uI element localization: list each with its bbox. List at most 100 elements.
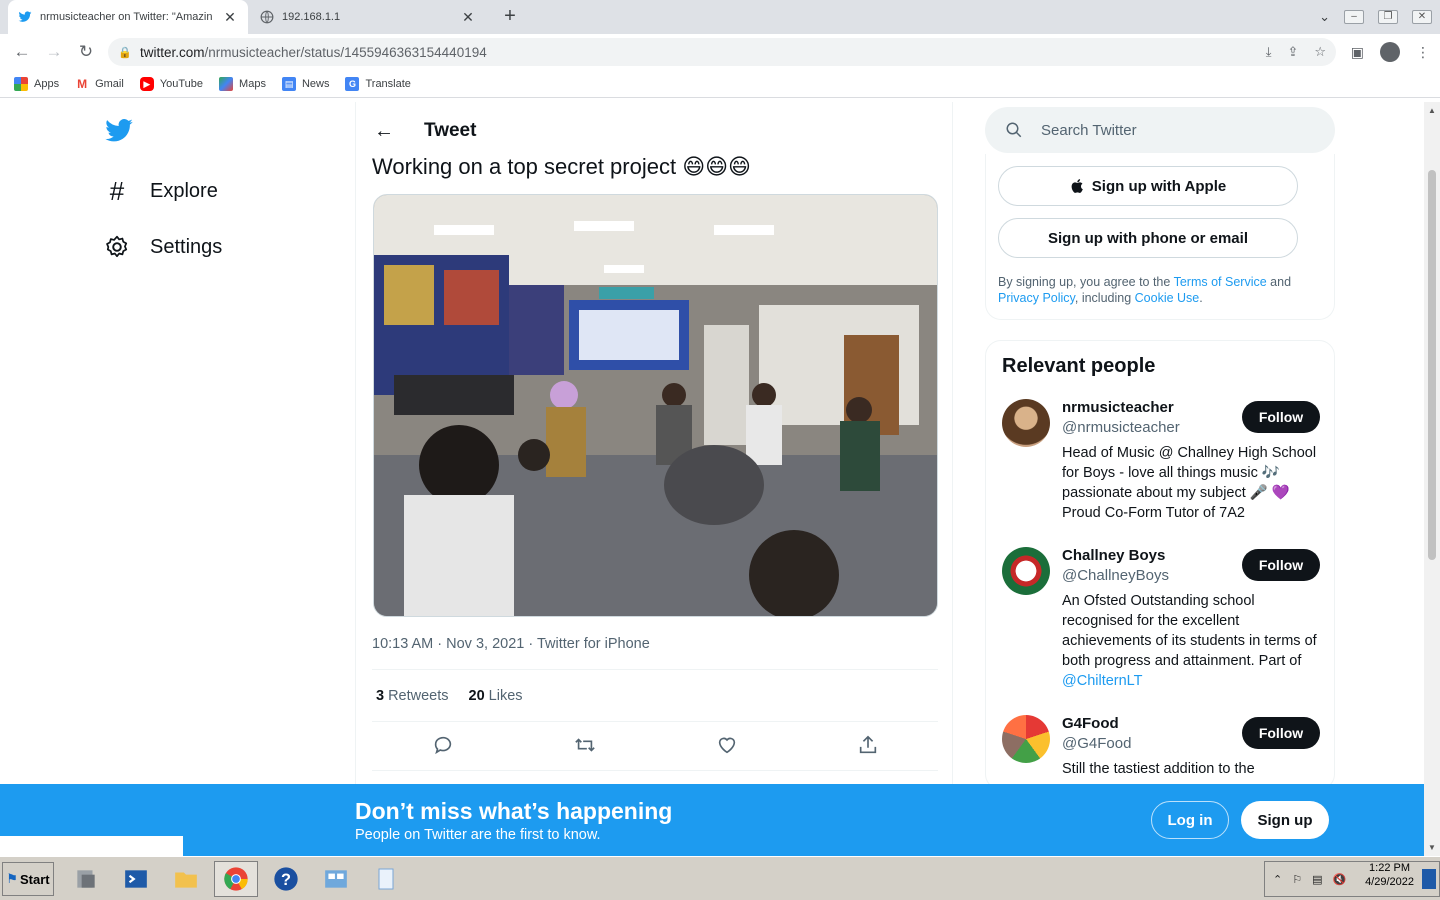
bookmark-translate[interactable]: G Translate bbox=[345, 76, 411, 91]
person-item[interactable]: nrmusicteacher @nrmusicteacher Head of M… bbox=[1002, 399, 1322, 529]
profile-avatar-icon[interactable] bbox=[1380, 42, 1400, 62]
hashtag-icon: # bbox=[109, 176, 125, 206]
system-clock[interactable]: 1:22 PM 4/29/2022 bbox=[1365, 861, 1414, 889]
page-scrollbar[interactable]: ▲ ▼ bbox=[1424, 102, 1440, 856]
menu-kebab-icon[interactable]: ⋮ bbox=[1416, 44, 1430, 61]
reload-icon[interactable]: ↻ bbox=[70, 36, 102, 68]
signup-phone-button[interactable]: Sign up with phone or email bbox=[998, 218, 1298, 258]
bookmark-gmail[interactable]: M Gmail bbox=[75, 76, 124, 91]
likes-stat[interactable]: 20 Likes bbox=[469, 688, 523, 704]
search-input[interactable]: Search Twitter bbox=[1041, 122, 1137, 139]
follow-button[interactable]: Follow bbox=[1242, 549, 1320, 581]
chilternlt-link[interactable]: @ChilternLT bbox=[1062, 673, 1143, 689]
reply-icon[interactable] bbox=[432, 734, 454, 756]
notepad-icon[interactable] bbox=[364, 861, 408, 897]
tab-router[interactable]: 192.168.1.1 ✕ bbox=[250, 0, 486, 34]
clock-time: 1:22 PM bbox=[1369, 862, 1411, 874]
tray-expand-icon[interactable]: ⌃ bbox=[1273, 873, 1282, 886]
relevant-people-card: Relevant people nrmusicteacher @nrmusict… bbox=[985, 340, 1335, 784]
bookmark-label: Apps bbox=[34, 77, 60, 90]
bookmark-youtube[interactable]: ▶ YouTube bbox=[139, 76, 204, 91]
person-name[interactable]: Challney Boys bbox=[1062, 547, 1165, 564]
twitter-logo-icon[interactable] bbox=[104, 116, 134, 146]
back-icon[interactable]: ← bbox=[6, 36, 38, 68]
person-bio: An Ofsted Outstanding school recognised … bbox=[1062, 591, 1318, 691]
person-handle: @nrmusicteacher bbox=[1062, 419, 1180, 436]
signup-button[interactable]: Sign up bbox=[1241, 801, 1329, 839]
bookmark-label: YouTube bbox=[159, 77, 204, 90]
network-icon[interactable]: ▤ bbox=[1312, 873, 1322, 886]
twitter-bird-icon bbox=[18, 11, 32, 22]
sidebar-item-settings[interactable]: Settings bbox=[104, 234, 222, 260]
lock-icon[interactable]: 🔒 bbox=[118, 46, 132, 59]
bookmark-label: Gmail bbox=[95, 77, 124, 90]
cookie-link[interactable]: Cookie Use bbox=[1135, 291, 1200, 305]
bookmark-apps[interactable]: Apps bbox=[14, 76, 60, 91]
back-arrow-icon[interactable]: ← bbox=[374, 120, 394, 143]
share-icon[interactable]: ⇪ bbox=[1287, 44, 1298, 60]
clock-date: 4/29/2022 bbox=[1365, 876, 1414, 888]
file-explorer-icon[interactable] bbox=[164, 861, 208, 897]
person-item[interactable]: G4Food @G4Food Still the tastiest additi… bbox=[1002, 715, 1322, 784]
forward-icon[interactable]: → bbox=[38, 36, 70, 68]
address-bar[interactable]: 🔒 twitter.com/nrmusicteacher/status/1455… bbox=[108, 38, 1336, 66]
control-panel-icon[interactable] bbox=[314, 861, 358, 897]
volume-muted-icon[interactable]: 🔇 bbox=[1333, 873, 1347, 886]
server-manager-icon[interactable] bbox=[64, 861, 108, 897]
globe-icon bbox=[260, 10, 274, 24]
minimize-button[interactable]: – bbox=[1344, 10, 1364, 24]
follow-button[interactable]: Follow bbox=[1242, 401, 1320, 433]
search-box[interactable]: Search Twitter bbox=[985, 107, 1335, 153]
scroll-down-icon[interactable]: ▼ bbox=[1428, 843, 1436, 852]
new-tab-button[interactable]: + bbox=[498, 5, 522, 29]
avatar[interactable] bbox=[1002, 547, 1050, 595]
person-name[interactable]: G4Food bbox=[1062, 715, 1119, 732]
tweet-text: Working on a top secret project 😄😄😄 bbox=[372, 154, 751, 179]
close-window-button[interactable]: ✕ bbox=[1412, 10, 1432, 24]
avatar[interactable] bbox=[1002, 715, 1050, 763]
translate-icon: G bbox=[345, 76, 360, 91]
help-icon[interactable]: ? bbox=[264, 861, 308, 897]
chrome-icon[interactable] bbox=[214, 861, 258, 897]
login-button[interactable]: Log in bbox=[1151, 801, 1229, 839]
show-desktop-icon[interactable] bbox=[1422, 869, 1436, 889]
bookmark-maps[interactable]: Maps bbox=[219, 76, 266, 91]
tweet-photo[interactable] bbox=[373, 194, 938, 617]
classroom-photo bbox=[374, 195, 937, 616]
retweets-count: 3 bbox=[376, 688, 385, 704]
banner-title: Don’t miss what’s happening bbox=[355, 798, 673, 824]
tab-title: 192.168.1.1 bbox=[282, 11, 341, 23]
tab-twitter[interactable]: nrmusicteacher on Twitter: "Amazin ✕ bbox=[8, 0, 248, 34]
legal-end: . bbox=[1199, 291, 1203, 305]
share-upload-icon[interactable] bbox=[857, 734, 879, 756]
close-tab-icon[interactable]: ✕ bbox=[460, 9, 476, 26]
signup-phone-label: Sign up with phone or email bbox=[1047, 229, 1248, 247]
privacy-link[interactable]: Privacy Policy bbox=[998, 291, 1075, 305]
scrollbar-thumb[interactable] bbox=[1428, 170, 1436, 560]
signup-apple-button[interactable]: Sign up with Apple bbox=[998, 166, 1298, 206]
avatar[interactable] bbox=[1002, 399, 1050, 447]
close-tab-icon[interactable]: ✕ bbox=[222, 9, 238, 26]
retweet-icon[interactable] bbox=[573, 734, 597, 756]
install-app-icon[interactable]: ⤓ bbox=[1266, 44, 1272, 60]
scroll-up-icon[interactable]: ▲ bbox=[1428, 106, 1436, 115]
follow-button[interactable]: Follow bbox=[1242, 717, 1320, 749]
tweet-header: ← Tweet bbox=[374, 114, 476, 148]
person-name[interactable]: nrmusicteacher bbox=[1062, 399, 1174, 416]
person-item[interactable]: Challney Boys @ChallneyBoys An Ofsted Ou… bbox=[1002, 547, 1322, 697]
tab-search-icon[interactable]: ⌄ bbox=[1319, 9, 1330, 25]
powershell-icon[interactable] bbox=[114, 861, 158, 897]
terms-link[interactable]: Terms of Service bbox=[1174, 275, 1267, 289]
retweets-stat[interactable]: 3 Retweets bbox=[376, 688, 449, 704]
action-center-flag-icon[interactable]: ⚐ bbox=[1292, 873, 1302, 886]
tweet-timestamp[interactable]: 10:13 AM · Nov 3, 2021 · Twitter for iPh… bbox=[372, 636, 650, 652]
bookmark-star-icon[interactable]: ☆ bbox=[1314, 44, 1326, 60]
bookmark-news[interactable]: ▤ News bbox=[281, 76, 329, 91]
url-host: twitter.com bbox=[140, 44, 205, 60]
like-heart-icon[interactable] bbox=[716, 734, 738, 756]
bottom-banner: Don’t miss what’s happening People on Tw… bbox=[0, 784, 1424, 856]
start-button[interactable]: ⚑ Start bbox=[2, 862, 54, 896]
restore-button[interactable]: ❐ bbox=[1378, 10, 1398, 24]
side-panel-icon[interactable]: ▣ bbox=[1351, 44, 1364, 61]
sidebar-item-explore[interactable]: # Explore bbox=[104, 176, 218, 207]
